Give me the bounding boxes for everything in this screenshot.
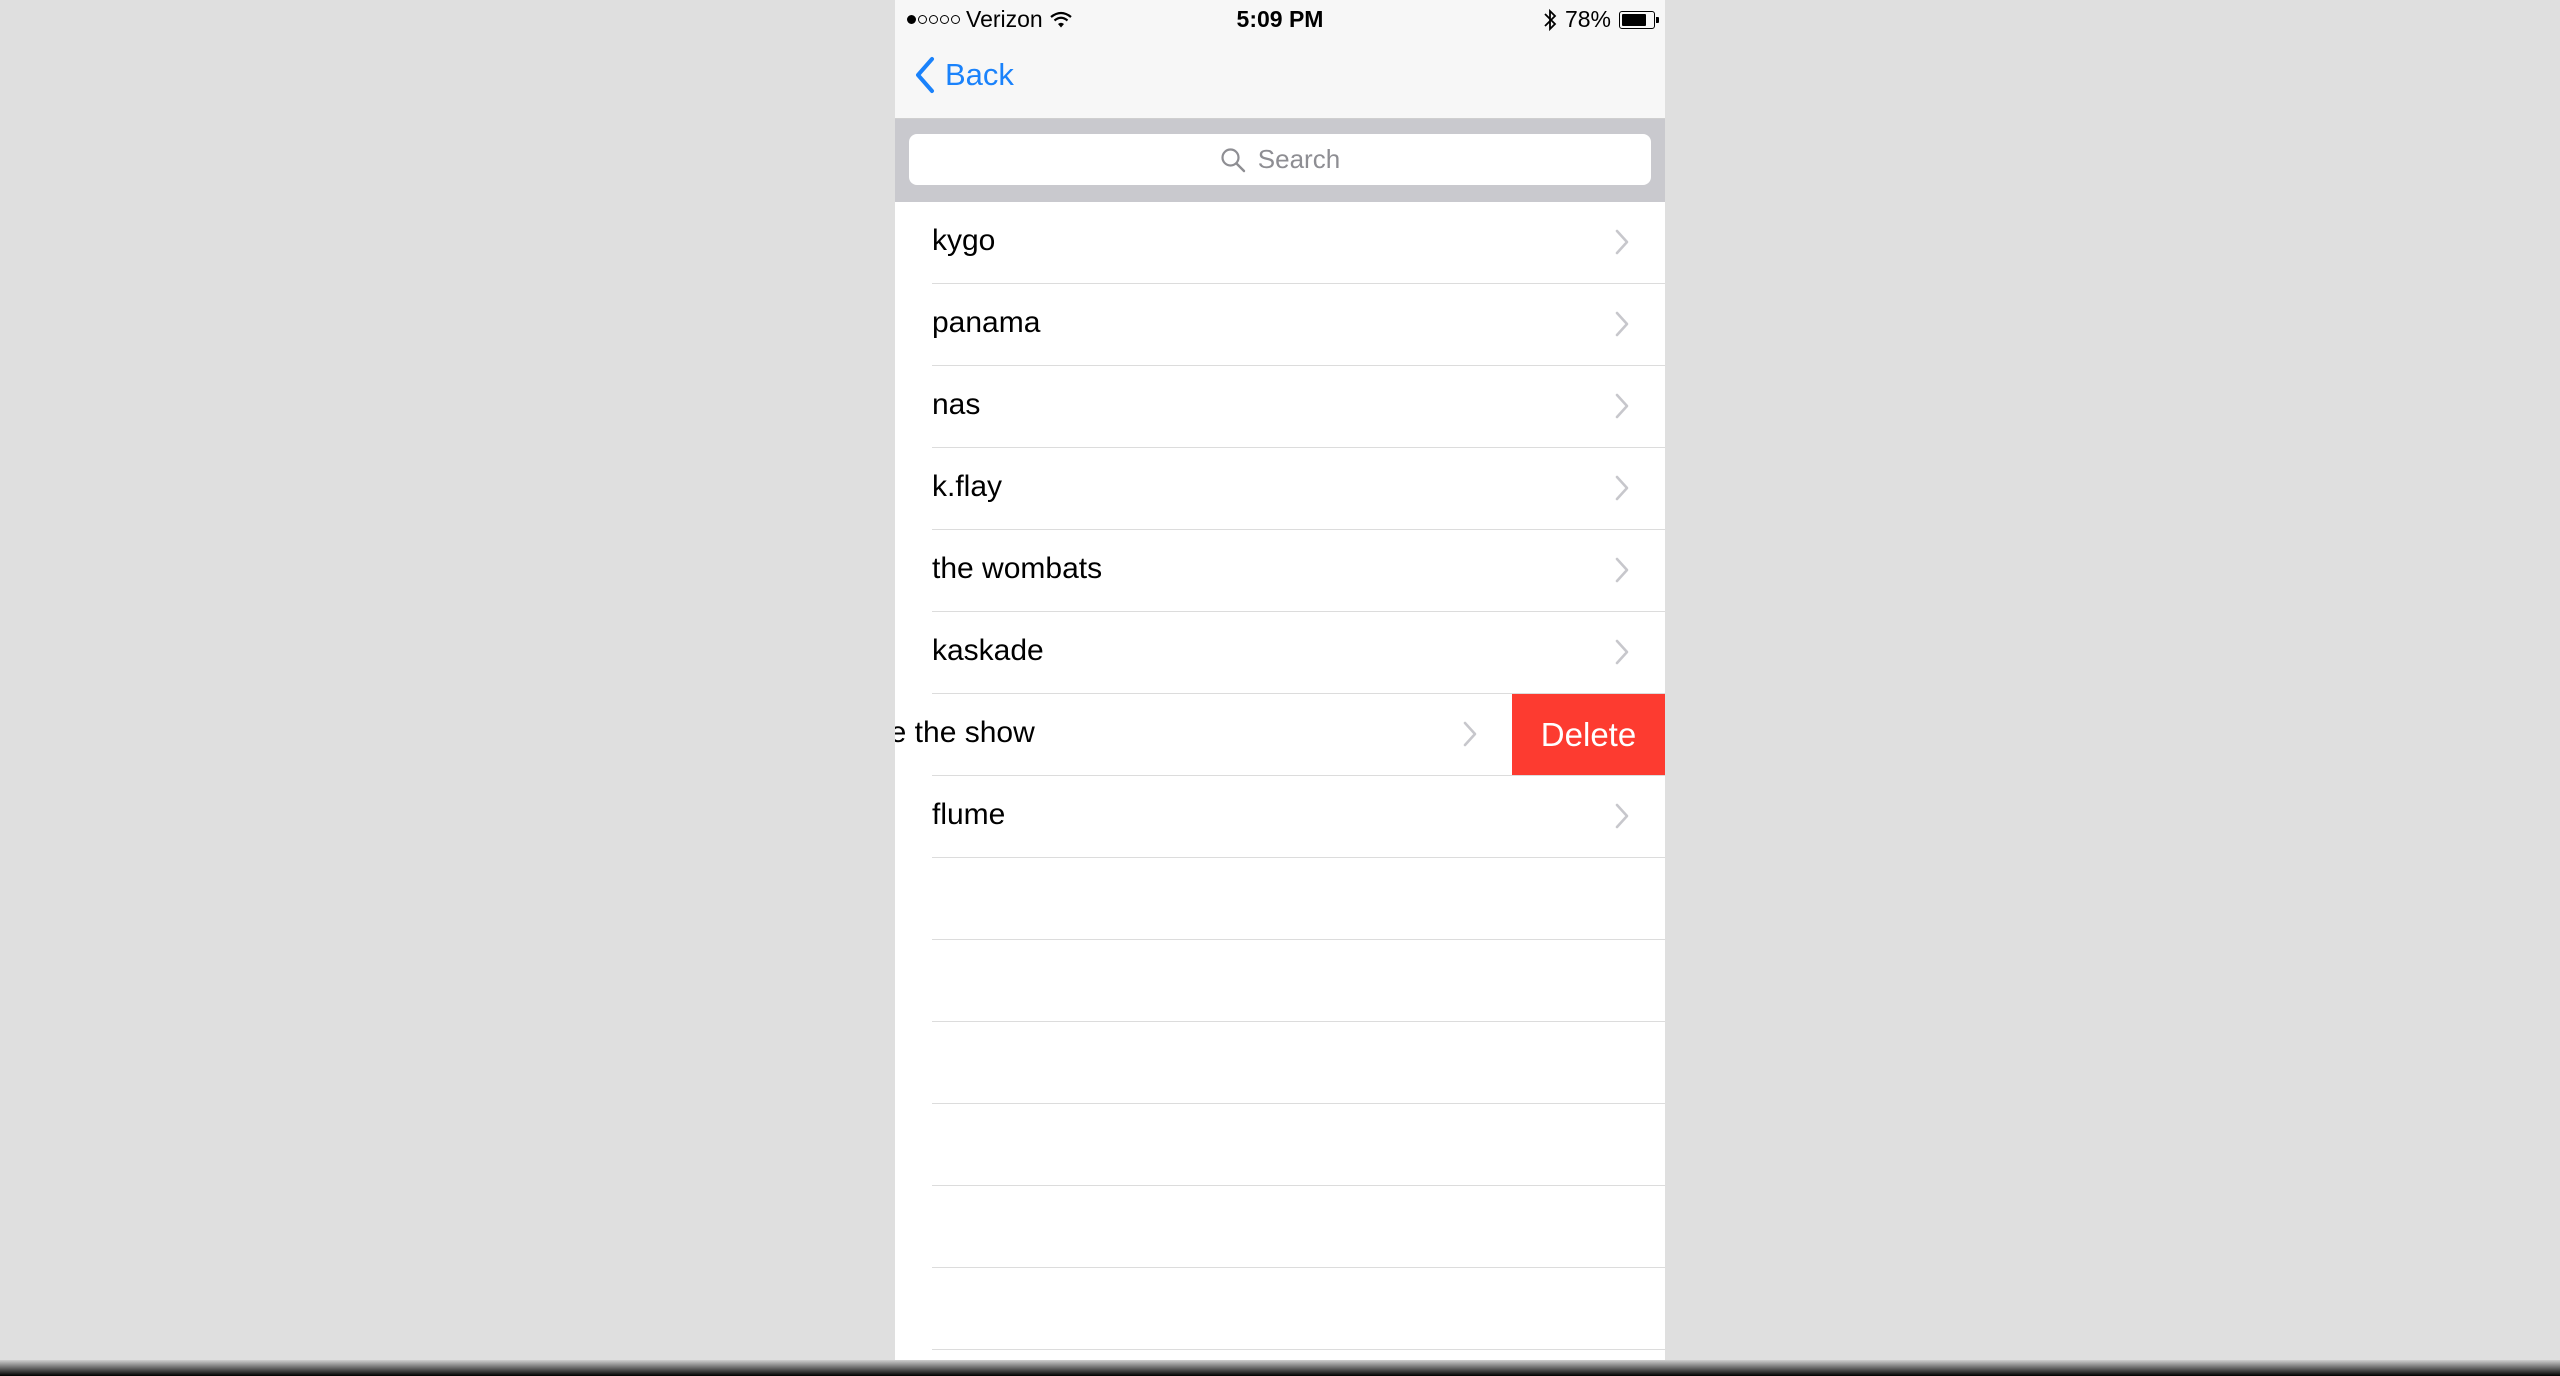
list-item[interactable]: the wombats xyxy=(895,530,1665,612)
empty-row xyxy=(895,940,1665,1022)
status-bar: Verizon 5:09 PM 78% xyxy=(895,0,1665,40)
chevron-right-icon xyxy=(1615,311,1629,337)
empty-row xyxy=(895,1268,1665,1350)
delete-button[interactable]: Delete xyxy=(1512,694,1665,776)
list-item-label: flume xyxy=(932,798,1006,831)
empty-row xyxy=(895,1104,1665,1186)
list-item[interactable]: kaskade xyxy=(895,612,1665,694)
list-item-label: nas xyxy=(932,388,981,421)
list-item[interactable]: le the show Delete xyxy=(895,694,1665,776)
navigation-bar: Back xyxy=(895,40,1665,119)
list-item-label: kaskade xyxy=(932,634,1044,667)
search-placeholder: Search xyxy=(1257,144,1341,174)
chevron-right-icon xyxy=(1463,721,1477,747)
list-item-label: the wombats xyxy=(932,552,1103,585)
row-separator xyxy=(932,1349,1665,1350)
list-item-label: panama xyxy=(932,306,1041,339)
empty-row xyxy=(895,858,1665,940)
list-item-label: le the show xyxy=(895,716,1035,749)
list-item[interactable]: kygo xyxy=(895,202,1665,284)
bluetooth-icon xyxy=(1544,8,1557,31)
chevron-right-icon xyxy=(1615,229,1629,255)
battery-icon xyxy=(1619,10,1659,29)
status-right: 78% xyxy=(1543,6,1659,33)
empty-row xyxy=(895,1186,1665,1268)
list-item-label: k.flay xyxy=(932,470,1003,503)
chevron-left-icon xyxy=(916,57,934,93)
list-item[interactable]: nas xyxy=(895,366,1665,448)
list-item-label: kygo xyxy=(932,224,996,257)
search-bar: Search xyxy=(895,119,1665,202)
chevron-right-icon xyxy=(1615,803,1629,829)
back-label: Back xyxy=(945,57,1014,92)
list-item[interactable]: panama xyxy=(895,284,1665,366)
search-icon xyxy=(1221,147,1245,172)
chevron-right-icon xyxy=(1615,557,1629,583)
chevron-right-icon xyxy=(1615,393,1629,419)
list-item[interactable]: k.flay xyxy=(895,448,1665,530)
chevron-right-icon xyxy=(1615,475,1629,501)
empty-row xyxy=(895,1022,1665,1104)
list-item[interactable]: flume xyxy=(895,776,1665,858)
battery-percent: 78% xyxy=(1564,6,1611,32)
artist-list: kygo panama nas k.flay the wombats kaskade le … xyxy=(895,202,1665,1350)
window-bottom-edge xyxy=(0,1360,2560,1376)
search-input[interactable]: Search xyxy=(909,134,1651,185)
back-button[interactable]: Back xyxy=(915,56,1014,94)
phone-screen: Verizon 5:09 PM 78% Back Search kygo pan… xyxy=(895,0,1665,1376)
chevron-right-icon xyxy=(1615,639,1629,665)
